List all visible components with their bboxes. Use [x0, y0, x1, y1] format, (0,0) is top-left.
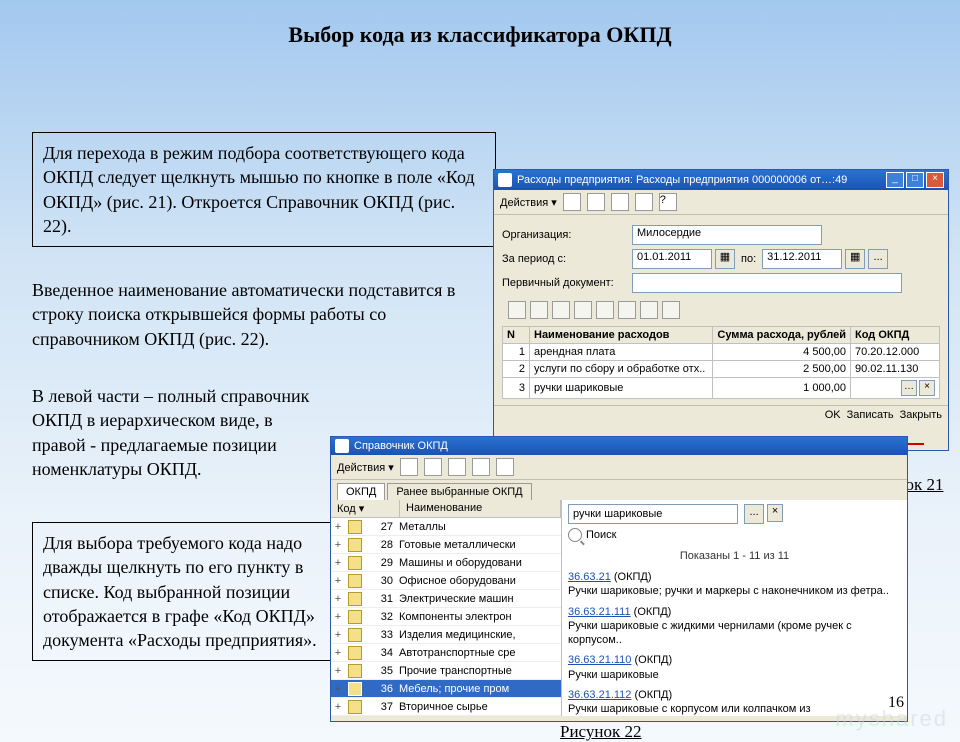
win1-titlebar[interactable]: Расходы предприятия: Расходы предприятия…	[494, 170, 948, 190]
win2-titlebar[interactable]: Справочник ОКПД	[331, 437, 907, 455]
figure-22-label: Рисунок 22	[560, 722, 641, 742]
clear-button[interactable]: ×	[919, 380, 935, 396]
tab-okpd[interactable]: ОКПД	[337, 483, 385, 500]
close-button[interactable]: ×	[926, 172, 944, 188]
calendar-button[interactable]: ▦	[845, 249, 865, 269]
paragraph-1: Для перехода в режим подбора соответству…	[32, 132, 496, 247]
tree-row[interactable]: +35Прочие транспортные	[331, 662, 561, 680]
search-result[interactable]: 36.63.21 (ОКПД)Ручки шариковые; ручки и …	[568, 570, 901, 599]
page-title: Выбор кода из классификатора ОКПД	[0, 22, 960, 48]
tree-row[interactable]: +34Автотранспортные сре	[331, 644, 561, 662]
toolbar-icon[interactable]	[662, 301, 680, 319]
toolbar-icon[interactable]	[611, 193, 629, 211]
toolbar-icon[interactable]	[400, 458, 418, 476]
toolbar-icon[interactable]	[496, 458, 514, 476]
label-period-to: по:	[741, 253, 756, 265]
okpd-lookup-button[interactable]: …	[901, 380, 917, 396]
watermark: myshared	[835, 706, 948, 732]
toolbar-icon[interactable]	[552, 301, 570, 319]
search-label: Поиск	[586, 529, 616, 541]
calendar-button[interactable]: ▦	[715, 249, 735, 269]
tree-row[interactable]: +28Готовые металлически	[331, 536, 561, 554]
toolbar-icon[interactable]	[424, 458, 442, 476]
search-icon	[568, 528, 582, 542]
search-ellipsis[interactable]: ...	[744, 504, 764, 524]
table-row[interactable]: 3ручки шариковые1 000,00 …×	[503, 378, 940, 399]
okpd-window: Справочник ОКПД Действия ▾ ОКПД Ранее вы…	[330, 436, 908, 722]
col-sum: Сумма расхода, рублей	[713, 327, 851, 344]
help-icon[interactable]: ?	[659, 193, 677, 211]
col-code: Код ОКПД	[851, 327, 940, 344]
toolbar-icon[interactable]	[596, 301, 614, 319]
paragraph-4: Для выбора требуемого кода надо дважды щ…	[32, 522, 338, 661]
organization-field[interactable]: Милосердие	[632, 225, 822, 245]
toolbar-icon[interactable]	[587, 193, 605, 211]
ellipsis-button[interactable]: ...	[868, 249, 888, 269]
tab-previous-okpd[interactable]: Ранее выбранные ОКПД	[387, 483, 531, 500]
toolbar-icon[interactable]	[448, 458, 466, 476]
col-n: N	[503, 327, 530, 344]
date-to-field[interactable]: 31.12.2011	[762, 249, 842, 269]
tree-row[interactable]: +37Вторичное сырье	[331, 698, 561, 716]
win2-title: Справочник ОКПД	[354, 440, 448, 452]
toolbar-icon[interactable]	[508, 301, 526, 319]
table-row[interactable]: 2услуги по сбору и обработке отх..2 500,…	[503, 361, 940, 378]
actions-menu[interactable]: Действия ▾	[500, 196, 557, 209]
tree-row[interactable]: +31Электрические машин	[331, 590, 561, 608]
tree-row[interactable]: +33Изделия медицинские,	[331, 626, 561, 644]
results-counter: Показаны 1 - 11 из 11	[568, 550, 901, 562]
tree-row[interactable]: +30Офисное оборудовани	[331, 572, 561, 590]
toolbar-icon[interactable]	[618, 301, 636, 319]
actions-menu[interactable]: Действия ▾	[337, 461, 394, 474]
toolbar-icon[interactable]	[563, 193, 581, 211]
expenses-grid[interactable]: N Наименование расходов Сумма расхода, р…	[502, 326, 940, 399]
label-period-from: За период с:	[502, 253, 632, 265]
tree-row[interactable]: +29Машины и оборудовани	[331, 554, 561, 572]
table-row[interactable]: 1арендная плата4 500,0070.20.12.000	[503, 344, 940, 361]
win1-title: Расходы предприятия: Расходы предприятия…	[517, 174, 847, 186]
search-result[interactable]: 36.63.21.110 (ОКПД)Ручки шариковые	[568, 653, 901, 682]
maximize-button[interactable]: □	[906, 172, 924, 188]
toolbar-icon[interactable]	[635, 193, 653, 211]
primary-doc-field[interactable]	[632, 273, 902, 293]
label-organization: Организация:	[502, 229, 632, 241]
clear-search[interactable]: ×	[767, 504, 783, 522]
toolbar-icon[interactable]	[640, 301, 658, 319]
toolbar-icon[interactable]	[574, 301, 592, 319]
tree-row[interactable]: +27Металлы	[331, 518, 561, 536]
label-primary-doc: Первичный документ:	[502, 277, 632, 289]
app-icon	[498, 173, 512, 187]
col-name: Наименование расходов	[530, 327, 713, 344]
close-action-button[interactable]: Закрыть	[900, 409, 942, 421]
grid-toolbar	[502, 297, 940, 323]
minimize-button[interactable]: _	[886, 172, 904, 188]
expenses-window: Расходы предприятия: Расходы предприятия…	[493, 169, 949, 451]
toolbar-icon[interactable]	[472, 458, 490, 476]
search-result[interactable]: 36.63.21.111 (ОКПД)Ручки шариковые с жид…	[568, 605, 901, 648]
tree-row[interactable]: +32Компоненты электрон	[331, 608, 561, 626]
date-from-field[interactable]: 01.01.2011	[632, 249, 712, 269]
code-okpd-cell[interactable]: …×	[851, 378, 940, 399]
col-name: Наименование	[400, 500, 561, 517]
app-icon	[335, 439, 349, 453]
col-code: Код ▾	[331, 500, 400, 517]
tree-row[interactable]: +36Мебель; прочие пром	[331, 680, 561, 698]
paragraph-3: В левой части – полный справочник ОКПД в…	[32, 384, 322, 481]
ok-button[interactable]: OK	[825, 409, 841, 421]
write-button[interactable]: Записать	[847, 409, 894, 421]
toolbar-icon[interactable]	[530, 301, 548, 319]
okpd-tree[interactable]: Код ▾ Наименование +27Металлы+28Готовые …	[331, 500, 562, 716]
paragraph-2: Введенное наименование автоматически под…	[32, 278, 474, 351]
search-input[interactable]	[568, 504, 738, 524]
